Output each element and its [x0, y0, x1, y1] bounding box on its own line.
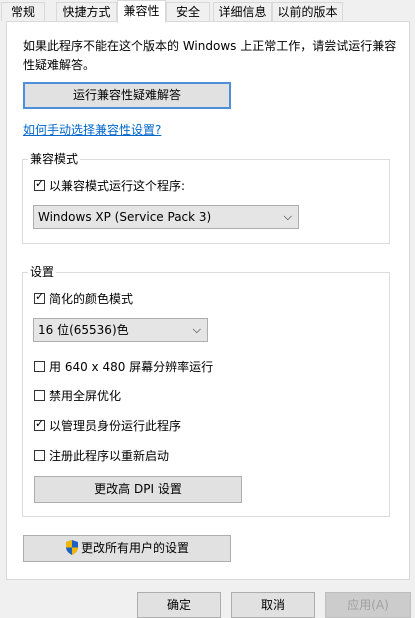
tab-details[interactable]: 详细信息 — [213, 2, 272, 21]
disable-fullscreen-label: 禁用全屏优化 — [49, 389, 122, 403]
tab-bar: 常规 快捷方式 兼容性 安全 详细信息 以前的版本 — [0, 0, 415, 23]
disable-fullscreen-checkbox[interactable] — [34, 390, 45, 401]
compat-mode-title: 兼容模式 — [28, 152, 81, 166]
tab-previous-versions[interactable]: 以前的版本 — [272, 2, 343, 21]
chevron-down-icon: ⌵ — [192, 323, 201, 336]
run-admin-row[interactable]: ✓ 以管理员身份运行此程序 — [34, 417, 182, 433]
checkmark-icon: ✓ — [35, 177, 45, 190]
register-restart-row[interactable]: 注册此程序以重新启动 — [34, 449, 169, 463]
tab-general[interactable]: 常规 — [1, 2, 45, 21]
manual-compat-link[interactable]: 如何手动选择兼容性设置? — [23, 121, 161, 138]
run-troubleshooter-button[interactable]: 运行兼容性疑难解答 — [23, 82, 231, 109]
register-restart-checkbox[interactable] — [34, 450, 45, 461]
os-version-value: Windows XP (Service Pack 3) — [38, 210, 212, 224]
run-640-checkbox[interactable] — [34, 361, 45, 372]
color-depth-select[interactable]: 16 位(65536)色 ⌵ — [33, 318, 208, 342]
ok-button[interactable]: 确定 — [137, 592, 221, 618]
color-depth-value: 16 位(65536)色 — [38, 323, 129, 337]
tab-compatibility[interactable]: 兼容性 — [117, 0, 166, 23]
compat-mode-group — [22, 159, 390, 244]
register-restart-label: 注册此程序以重新启动 — [49, 449, 170, 463]
change-dpi-button[interactable]: 更改高 DPI 设置 — [34, 476, 242, 503]
chevron-down-icon: ⌵ — [283, 210, 292, 223]
reduced-color-checkbox[interactable]: ✓ — [34, 290, 45, 304]
checkmark-icon: ✓ — [35, 417, 45, 430]
apply-button[interactable]: 应用(A) — [325, 592, 411, 618]
cancel-button[interactable]: 取消 — [231, 592, 315, 618]
compat-mode-label: 以兼容模式运行这个程序: — [49, 179, 186, 193]
reduced-color-row[interactable]: ✓ 简化的颜色模式 — [34, 290, 134, 306]
compat-mode-checkbox[interactable]: ✓ — [34, 177, 45, 191]
disable-fullscreen-row[interactable]: 禁用全屏优化 — [34, 389, 121, 403]
run-640-label: 用 640 x 480 屏幕分辨率运行 — [49, 360, 214, 374]
run-admin-label: 以管理员身份运行此程序 — [49, 419, 182, 433]
tab-shortcut[interactable]: 快捷方式 — [56, 2, 117, 21]
uac-shield-icon — [65, 539, 79, 564]
os-version-select[interactable]: Windows XP (Service Pack 3) ⌵ — [33, 205, 299, 229]
intro-text: 如果此程序不能在这个版本的 Windows 上正常工作，请尝试运行兼容性疑难解答… — [23, 39, 397, 72]
run-640-row[interactable]: 用 640 x 480 屏幕分辨率运行 — [34, 360, 213, 374]
run-admin-checkbox[interactable]: ✓ — [34, 417, 45, 431]
reduced-color-label: 简化的颜色模式 — [49, 292, 134, 306]
compat-mode-checkbox-row[interactable]: ✓ 以兼容模式运行这个程序: — [34, 177, 186, 193]
change-all-users-button[interactable]: 更改所有用户的设置 — [23, 535, 231, 562]
tab-security[interactable]: 安全 — [166, 2, 210, 21]
checkmark-icon: ✓ — [35, 290, 45, 303]
change-all-users-label: 更改所有用户的设置 — [80, 541, 189, 555]
settings-title: 设置 — [28, 265, 57, 279]
